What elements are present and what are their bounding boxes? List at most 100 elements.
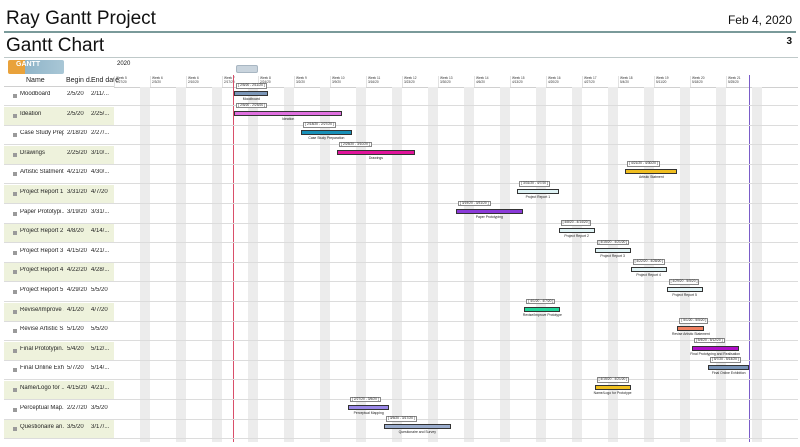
task-bar[interactable] xyxy=(630,267,667,273)
task-end-date[interactable]: 5/5/20 xyxy=(91,326,113,332)
task-end-date[interactable]: 3/5/20 xyxy=(91,405,113,411)
task-name[interactable]: Perceptual Map... xyxy=(20,405,64,411)
task-cells: Name/Logo for ... 4/15/20 4/21/... xyxy=(4,381,114,399)
task-bar[interactable] xyxy=(337,149,415,155)
week-start-date: 5/18/20 xyxy=(692,80,703,84)
task-row[interactable]: Ideation 2/5/20 2/25/...[ 2/5/20 - 2/25/20… xyxy=(4,102,798,126)
task-begin-date[interactable]: 4/15/20 xyxy=(67,385,89,391)
task-begin-date[interactable]: 2/5/20 xyxy=(67,91,89,97)
task-row[interactable]: Name/Logo for ... 4/15/20 4/21/... [ 4/15/2… xyxy=(4,377,798,400)
task-name[interactable]: Project Report 4 xyxy=(20,267,64,273)
task-name[interactable]: Ideation xyxy=(20,111,64,117)
task-end-date[interactable]: 2/11/... xyxy=(91,91,113,97)
task-name[interactable]: Project Report 5 xyxy=(20,287,64,293)
task-begin-date[interactable]: 5/1/20 xyxy=(67,326,89,332)
task-bar[interactable] xyxy=(517,189,559,194)
task-name[interactable]: Drawings xyxy=(20,150,64,156)
task-end-date[interactable]: 4/14/... xyxy=(91,228,113,234)
column-header-name[interactable]: Name xyxy=(26,77,45,84)
task-bar-label: Ideation xyxy=(282,116,295,121)
task-name[interactable]: Name/Logo for ... xyxy=(20,385,64,391)
week-start-date: 3/2/20 xyxy=(296,80,305,84)
task-bar[interactable] xyxy=(301,130,352,136)
task-row[interactable]: Final Prototypin... 5/4/20 5/12/... [ 5/4/2… xyxy=(4,337,798,361)
task-bar[interactable] xyxy=(625,169,678,175)
task-begin-date[interactable]: 2/27/20 xyxy=(67,405,89,411)
task-name[interactable]: Artistic Statment xyxy=(20,169,64,175)
task-row[interactable]: Final Online Exh...5/7/205/14/... [ 5/7/2… xyxy=(4,357,798,381)
task-end-date[interactable]: 2/25/... xyxy=(91,111,113,117)
task-end-date[interactable]: 4/28/... xyxy=(91,267,113,273)
task-row[interactable]: Revise Artistic S... 5/1/20 5/5/20 [ 5/1/20… xyxy=(4,318,798,342)
task-name[interactable]: Moodboard xyxy=(20,91,64,97)
task-begin-date[interactable]: 3/31/20 xyxy=(67,189,89,195)
task-begin-date[interactable]: 4/21/20 xyxy=(67,169,89,175)
task-end-date[interactable]: 4/7/20 xyxy=(91,307,113,313)
task-row[interactable]: Questionaire an... 3/5/20 3/17/... [ 3/5/20… xyxy=(4,416,798,440)
task-begin-date[interactable]: 4/8/20 xyxy=(67,228,89,234)
task-begin-date[interactable]: 2/5/20 xyxy=(67,111,89,117)
task-end-date[interactable]: 3/10/... xyxy=(91,150,113,156)
task-name[interactable]: Project Report 2 xyxy=(20,228,64,234)
task-begin-date[interactable]: 3/19/20 xyxy=(67,209,89,215)
task-date-range: [ 2/27/20 - 3/5/20 ] xyxy=(350,396,381,403)
task-bar[interactable] xyxy=(348,404,390,410)
task-end-date[interactable]: 3/17/... xyxy=(91,424,113,430)
task-bar[interactable] xyxy=(234,91,269,96)
task-begin-date[interactable]: 2/18/20 xyxy=(67,130,89,136)
task-name[interactable]: Final Online Exh... xyxy=(20,365,64,371)
task-begin-date[interactable]: 4/1/20 xyxy=(67,307,89,313)
task-begin-date[interactable]: 4/29/20 xyxy=(67,287,89,293)
report-title: Ray Gantt Project xyxy=(6,8,156,29)
task-bar[interactable] xyxy=(708,365,750,371)
task-end-date[interactable]: 2/27/... xyxy=(91,130,113,136)
task-name[interactable]: Questionaire an... xyxy=(20,424,64,430)
task-end-date[interactable]: 3/31/... xyxy=(91,209,113,215)
task-row[interactable]: Moodboard 2/5/20 2/11/...[ 2/5/20 - 2/11/2… xyxy=(4,83,798,106)
task-begin-date[interactable]: 5/7/20 xyxy=(67,365,89,371)
task-row[interactable]: Case Study Prep...2/18/202/27/... [ 2/18/… xyxy=(4,122,798,146)
task-bar[interactable] xyxy=(691,345,739,351)
task-bar[interactable] xyxy=(594,247,631,253)
task-name[interactable]: Project Report 3 xyxy=(20,248,64,254)
task-end-date[interactable]: 5/14/... xyxy=(91,365,113,371)
task-bar[interactable] xyxy=(666,287,703,292)
task-begin-date[interactable]: 4/15/20 xyxy=(67,248,89,254)
task-bar[interactable] xyxy=(594,385,631,390)
task-begin-date[interactable]: 5/4/20 xyxy=(67,346,89,352)
task-bullet-icon xyxy=(13,250,17,255)
task-end-date[interactable]: 4/7/20 xyxy=(91,189,113,195)
timeline-scroll-thumb[interactable] xyxy=(236,65,258,73)
task-bar-label: Paper Prototyping xyxy=(475,214,503,219)
task-end-date[interactable]: 5/12/... xyxy=(91,346,113,352)
task-bar[interactable] xyxy=(384,424,451,430)
task-end-date[interactable]: 5/5/20 xyxy=(91,287,113,293)
task-row[interactable]: Paper Prototypi... 3/19/20 3/31/... [ 3/19/… xyxy=(4,200,798,224)
task-row[interactable]: Project Report 3 4/15/20 4/21/...[ 4/15/20… xyxy=(4,239,798,263)
task-begin-date[interactable]: 2/25/20 xyxy=(67,150,89,156)
week-start-date: 5/4/20 xyxy=(620,80,629,84)
task-name[interactable]: Case Study Prep... xyxy=(20,130,64,136)
task-name[interactable]: Revise Artistic S... xyxy=(20,326,64,332)
task-bar[interactable] xyxy=(456,208,523,214)
task-row[interactable]: Project Report 5 4/29/20 5/5/20[ 4/29/20 -… xyxy=(4,279,798,302)
task-row[interactable]: Project Report 2 4/8/20 4/14/...[ 4/8/20 -… xyxy=(4,220,798,244)
task-date-range: [ 4/1/20 - 4/7/20 ] xyxy=(526,298,556,305)
task-end-date[interactable]: 4/30/... xyxy=(91,169,113,175)
task-name[interactable]: Paper Prototypi... xyxy=(20,209,64,215)
task-bar[interactable] xyxy=(677,326,705,332)
task-bar[interactable] xyxy=(558,228,595,234)
task-begin-date[interactable]: 4/22/20 xyxy=(67,267,89,273)
task-end-date[interactable]: 4/21/... xyxy=(91,248,113,254)
task-end-date[interactable]: 4/21/... xyxy=(91,385,113,391)
task-name[interactable]: Final Prototypin... xyxy=(20,346,64,352)
task-name[interactable]: Project Report 1 xyxy=(20,189,64,195)
task-row[interactable]: Project Report 1 3/31/20 4/7/20[ 3/31/20 -… xyxy=(4,181,798,204)
task-bar[interactable] xyxy=(524,306,561,312)
task-bar[interactable] xyxy=(234,110,343,116)
task-name[interactable]: Revise/Improve ... xyxy=(20,307,64,313)
task-begin-date[interactable]: 3/5/20 xyxy=(67,424,89,430)
task-row[interactable]: Artistic Statment 4/21/20 4/30/...[ 4/21/2… xyxy=(4,161,798,185)
task-date-range: [ 5/7/20 - 5/14/20 ] xyxy=(710,357,741,363)
task-row[interactable]: Drawings 2/25/20 3/10/...[ 2/25/20 - 3/10/… xyxy=(4,141,798,165)
